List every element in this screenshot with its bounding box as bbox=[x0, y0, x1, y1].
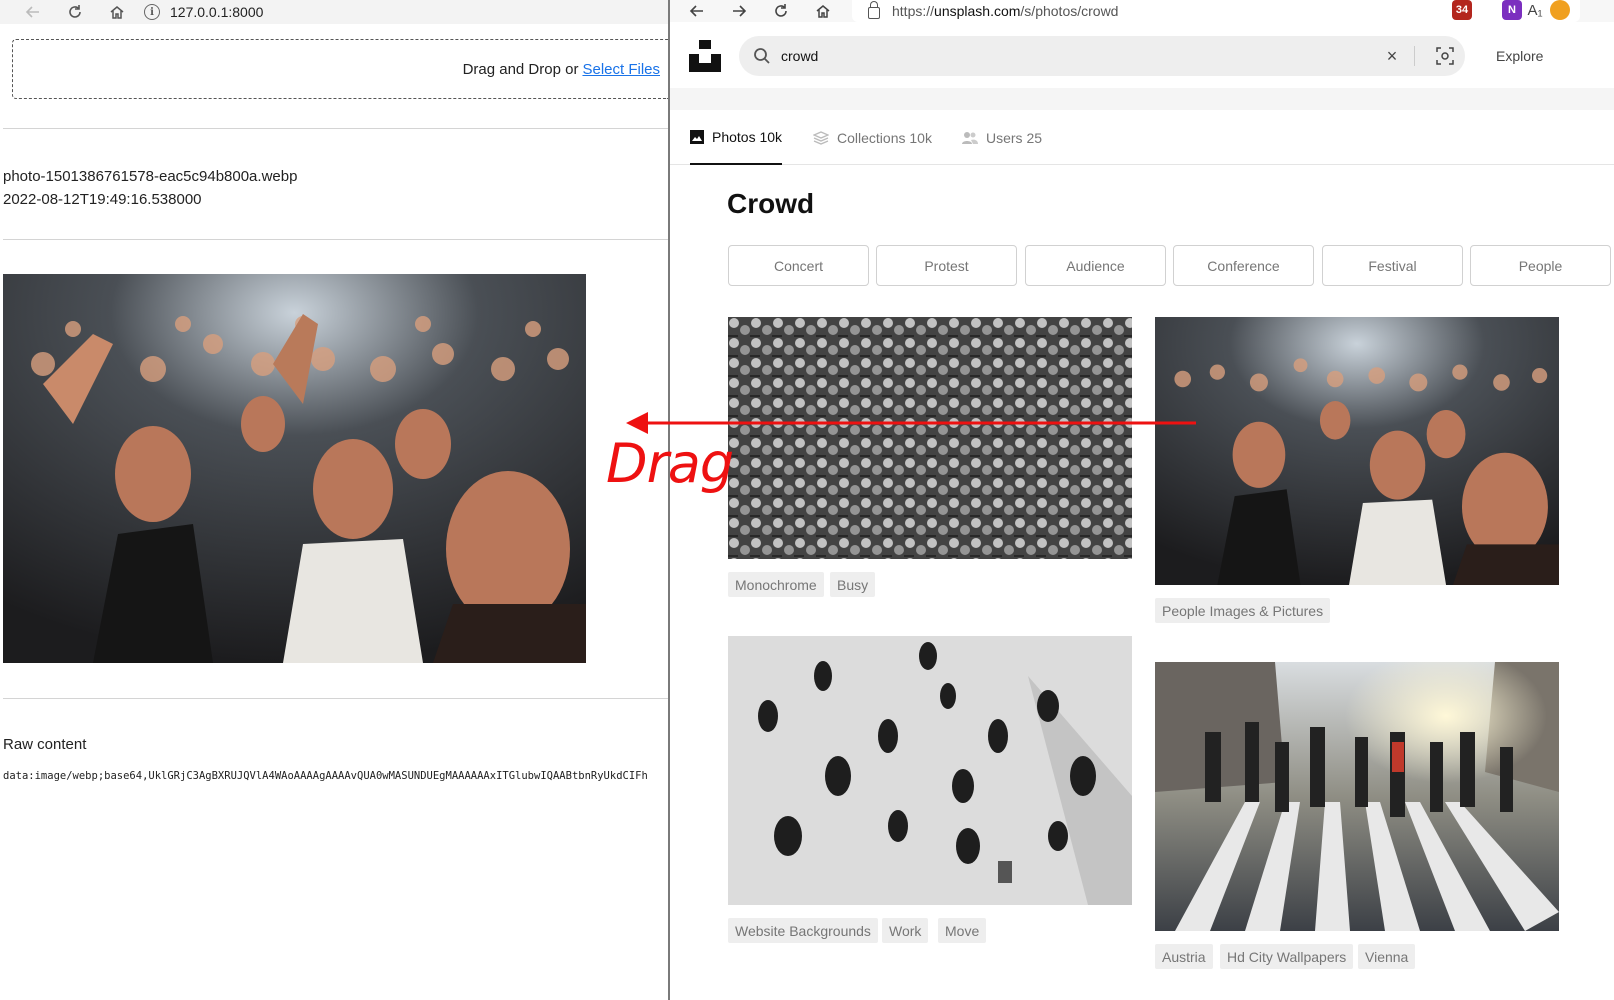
search-icon bbox=[754, 48, 770, 64]
photo-monochrome-crowd[interactable] bbox=[728, 317, 1132, 559]
image-icon bbox=[690, 129, 704, 144]
clear-search-icon[interactable]: × bbox=[1380, 46, 1404, 67]
home-button[interactable] bbox=[96, 0, 138, 24]
unsplash-logo-icon[interactable] bbox=[689, 40, 721, 72]
photo-tag[interactable]: Move bbox=[938, 918, 987, 943]
photo-crosswalk-vienna[interactable] bbox=[1155, 662, 1559, 931]
left-browser-toolbar: i 127.0.0.1:8000 bbox=[0, 0, 668, 24]
related-chip-concert[interactable]: Concert bbox=[728, 245, 869, 286]
onenote-icon[interactable]: N bbox=[1502, 0, 1522, 20]
search-bar[interactable]: crowd × bbox=[739, 36, 1465, 76]
address-text: 127.0.0.1:8000 bbox=[170, 4, 264, 20]
divider-line bbox=[3, 128, 668, 129]
file-info: photo-1501386761578-eac5c94b800a.webp 20… bbox=[3, 165, 297, 211]
photo-tag[interactable]: Hd City Wallpapers bbox=[1220, 944, 1354, 969]
raw-content-data: data:image/webp;base64,UklGRjC3AgBXRUJQV… bbox=[3, 770, 648, 782]
photo-tag[interactable]: Vienna bbox=[1358, 944, 1416, 969]
tab-label: Collections 10k bbox=[837, 129, 932, 146]
search-separator bbox=[1414, 46, 1415, 66]
extension-badge-icon[interactable]: 34 bbox=[1452, 0, 1472, 20]
tab-label: Users 25 bbox=[986, 129, 1043, 146]
select-files-link[interactable]: Select Files bbox=[582, 61, 660, 78]
related-chip-conference[interactable]: Conference bbox=[1173, 245, 1314, 286]
refresh-button[interactable] bbox=[760, 0, 802, 22]
tab-users[interactable]: Users 25 bbox=[962, 110, 1042, 165]
drag-label: Drag bbox=[606, 432, 734, 495]
search-input[interactable]: crowd bbox=[781, 48, 1370, 64]
photo-tag[interactable]: Work bbox=[882, 918, 929, 943]
photo-tag[interactable]: Austria bbox=[1155, 944, 1213, 969]
unsplash-header: crowd × Explore bbox=[670, 22, 1614, 88]
read-aloud-icon[interactable]: A₁ bbox=[1527, 2, 1542, 20]
page-title: Crowd bbox=[727, 188, 815, 219]
photo-tag[interactable]: People Images & Pictures bbox=[1155, 598, 1331, 623]
tab-photos[interactable]: Photos 10k bbox=[690, 110, 783, 165]
photo-tag[interactable]: Monochrome bbox=[728, 572, 824, 597]
photo-concert-crowd[interactable] bbox=[1155, 317, 1559, 585]
visual-search-icon[interactable] bbox=[1425, 47, 1465, 65]
address-text: https://unsplash.com/s/photos/crowd bbox=[892, 3, 1119, 19]
tab-label: Photos 10k bbox=[712, 128, 783, 145]
info-icon[interactable]: i bbox=[144, 4, 160, 20]
photo-plaza-walkers[interactable] bbox=[728, 636, 1132, 905]
left-browser-window: i 127.0.0.1:8000 Drag and Drop or Select… bbox=[0, 0, 668, 1000]
users-icon bbox=[962, 131, 978, 144]
image-preview bbox=[3, 274, 586, 663]
related-chip-people[interactable]: People bbox=[1470, 245, 1611, 286]
photo-tag[interactable]: Busy bbox=[830, 572, 876, 597]
divider-line bbox=[3, 698, 668, 699]
layers-icon bbox=[813, 130, 829, 145]
tab-collections[interactable]: Collections 10k bbox=[813, 110, 932, 165]
file-dropzone[interactable]: Drag and Drop or Select Files bbox=[12, 39, 668, 99]
right-browser-window: https://unsplash.com/s/photos/crowd ⊞ A₁… bbox=[670, 0, 1614, 1000]
explore-link[interactable]: Explore bbox=[1496, 48, 1543, 64]
header-spacer bbox=[670, 88, 1614, 110]
file-name: photo-1501386761578-eac5c94b800a.webp bbox=[3, 168, 298, 185]
raw-content-heading: Raw content bbox=[3, 736, 87, 753]
search-tabs: Photos 10k Collections 10k Users 25 bbox=[670, 110, 1614, 165]
back-button[interactable] bbox=[676, 0, 718, 22]
related-chip-audience[interactable]: Audience bbox=[1025, 245, 1166, 286]
related-chip-protest[interactable]: Protest bbox=[876, 245, 1017, 286]
refresh-button[interactable] bbox=[54, 0, 96, 24]
address-bar[interactable]: i 127.0.0.1:8000 bbox=[144, 1, 668, 23]
related-chip-festival[interactable]: Festival bbox=[1322, 245, 1463, 286]
divider-line bbox=[3, 239, 668, 240]
lock-icon[interactable] bbox=[868, 1, 880, 19]
photo-tag[interactable]: Website Backgrounds bbox=[728, 918, 878, 943]
right-browser-toolbar: https://unsplash.com/s/photos/crowd ⊞ A₁… bbox=[670, 0, 1614, 22]
back-button[interactable] bbox=[12, 0, 54, 24]
home-button[interactable] bbox=[802, 0, 844, 22]
forward-button[interactable] bbox=[718, 0, 760, 22]
dropzone-text: Drag and Drop or bbox=[462, 60, 579, 78]
extension-orange-icon[interactable] bbox=[1550, 0, 1570, 20]
file-timestamp: 2022-08-12T19:49:16.538000 bbox=[3, 191, 202, 208]
